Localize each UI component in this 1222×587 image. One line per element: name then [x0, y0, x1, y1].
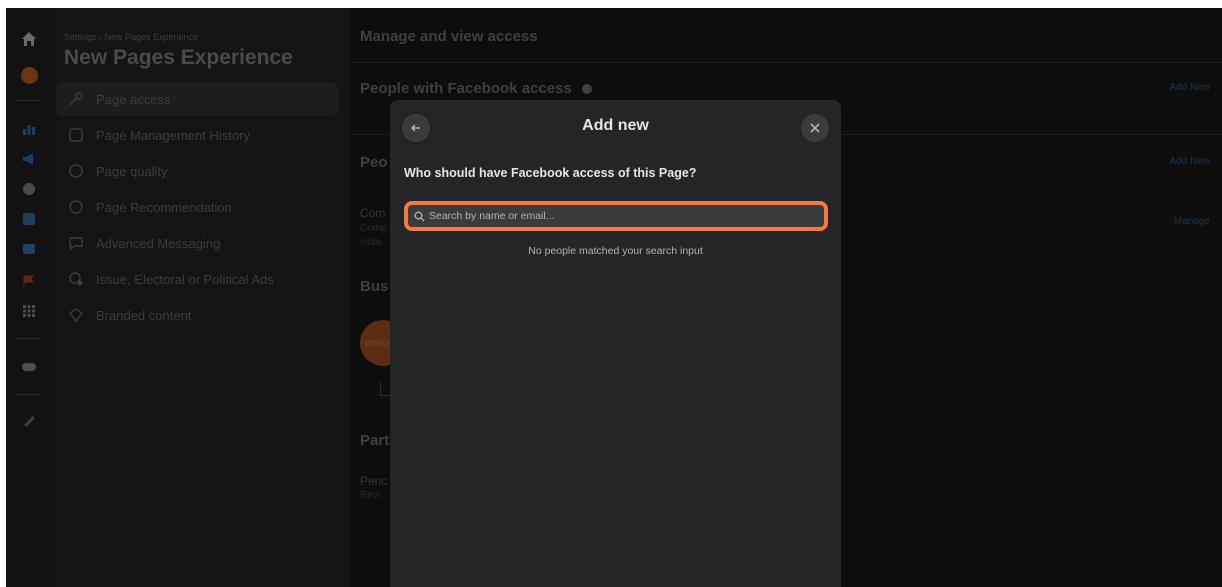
insights-icon[interactable] — [18, 118, 40, 140]
compliance-desc: Comp — [360, 223, 387, 234]
business-heading: Bus — [360, 278, 389, 295]
partners-heading: Part — [360, 432, 390, 449]
people-icon[interactable] — [18, 356, 40, 378]
global-nav-rail — [6, 8, 54, 587]
add-new-link[interactable]: Add New — [1169, 82, 1210, 93]
settings-sidebar: Settings › New Pages Experience New Page… — [54, 8, 350, 587]
sidebar-item-label: Advanced Messaging — [96, 235, 221, 251]
dialog-question: Who should have Facebook access of this … — [404, 166, 697, 180]
search-icon — [414, 211, 425, 221]
sidebar-item-page-recommendation[interactable]: Page Recommendation — [56, 190, 338, 224]
shield-icon — [66, 161, 86, 181]
sidebar-item-label: Page Recommendation — [96, 199, 232, 215]
sidebar-item-label: Branded content — [96, 307, 192, 323]
key-icon — [66, 89, 86, 109]
search-box[interactable] — [404, 201, 828, 231]
calendar-icon[interactable] — [18, 208, 40, 230]
flag-icon[interactable] — [18, 270, 40, 292]
close-button[interactable] — [801, 114, 829, 142]
political-ads-icon — [66, 269, 86, 289]
add-new-link[interactable]: Add New — [1169, 156, 1210, 167]
megaphone-icon[interactable] — [18, 148, 40, 170]
close-icon — [810, 123, 820, 133]
connector-line — [380, 382, 390, 396]
breadcrumb[interactable]: Settings › New Pages Experience — [64, 32, 198, 42]
sidebar-item-label: Page Management History — [96, 127, 250, 143]
compliance-desc: viola — [360, 237, 381, 248]
add-new-dialog: Add new Who should have Facebook access … — [390, 100, 841, 587]
sidebar-item-page-management-history[interactable]: Page Management History — [56, 118, 338, 152]
globe-icon[interactable] — [18, 178, 40, 200]
branded-content-icon — [66, 305, 86, 325]
no-results-message: No people matched your search input — [528, 245, 703, 257]
pending-label: Penc — [360, 474, 388, 488]
sidebar-item-page-access[interactable]: Page access — [56, 82, 338, 116]
chat-icon — [66, 233, 86, 253]
compliance-label: Com — [360, 206, 386, 220]
section-heading-partial: Peo — [360, 154, 388, 171]
link-icon[interactable] — [18, 410, 40, 432]
sidebar-item-branded-content[interactable]: Branded content — [56, 298, 338, 332]
sidebar-item-page-quality[interactable]: Page quality — [56, 154, 338, 188]
pending-desc: Revi — [360, 490, 381, 501]
page-avatar-icon[interactable] — [18, 64, 40, 86]
monitor-icon[interactable] — [18, 238, 40, 260]
apps-grid-icon[interactable] — [18, 300, 40, 322]
page-title: New Pages Experience — [64, 46, 293, 69]
history-icon — [66, 125, 86, 145]
sidebar-item-label: Issue, Electoral or Political Ads — [96, 271, 274, 287]
sidebar-item-political-ads[interactable]: Issue, Electoral or Political Ads — [56, 262, 338, 296]
app-window: Settings › New Pages Experience New Page… — [6, 8, 1222, 587]
manage-link[interactable]: Manage — [1174, 216, 1210, 227]
search-input[interactable] — [429, 210, 819, 222]
sidebar-item-advanced-messaging[interactable]: Advanced Messaging — [56, 226, 338, 260]
sidebar-item-label: Page access — [96, 91, 171, 107]
recommendation-icon — [66, 197, 86, 217]
home-icon[interactable] — [18, 28, 40, 50]
info-icon[interactable] — [581, 84, 592, 95]
dialog-title: Add new — [582, 117, 649, 134]
sidebar-item-label: Page quality — [96, 163, 168, 179]
section-heading: Manage and view access — [360, 28, 538, 45]
people-access-heading: People with Facebook access — [360, 80, 592, 97]
